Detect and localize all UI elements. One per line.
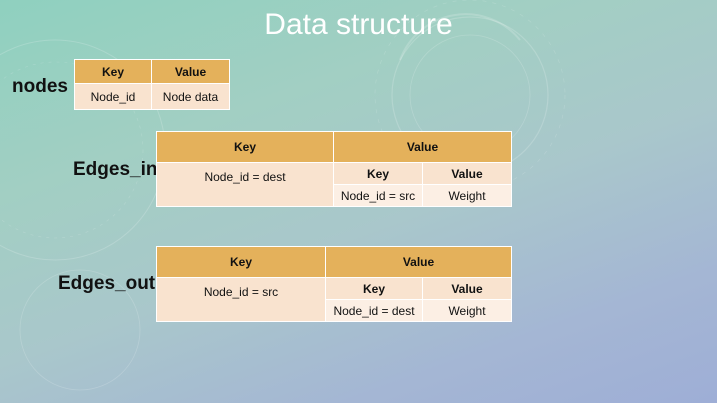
- edges-out-header-value: Value: [324, 246, 513, 278]
- slide-title: Data structure: [264, 8, 453, 41]
- edges-in-label: Edges_in: [73, 159, 158, 180]
- edges-out-header-key: Key: [156, 246, 326, 278]
- edges-in-table: Key Value Node_id = dest Key Value Node_…: [156, 131, 513, 207]
- edges-out-sub-key: Node_id = dest: [325, 299, 423, 322]
- edges-out-label: Edges_out: [58, 273, 156, 294]
- edges-out-table: Key Value Node_id = src Key Value Node_i…: [156, 246, 513, 322]
- edges-out-key-cell: Node_id = src: [156, 277, 326, 322]
- edges-in-header-value: Value: [332, 131, 513, 163]
- edges-out-sub-value: Weight: [421, 299, 513, 322]
- nodes-cell-value: Node data: [151, 83, 230, 110]
- edges-in-subheader-key: Key: [333, 162, 423, 185]
- nodes-cell-key: Node_id: [74, 83, 152, 110]
- nodes-label: nodes: [12, 76, 68, 97]
- edges-out-subheader-key: Key: [325, 277, 423, 300]
- nodes-header-value: Value: [151, 59, 230, 84]
- nodes-header-key: Key: [74, 59, 152, 84]
- edges-out-subheader-value: Value: [421, 277, 513, 300]
- edges-in-header-key: Key: [156, 131, 334, 163]
- nodes-table: Key Value Node_id Node data: [74, 59, 230, 110]
- edges-in-key-cell: Node_id = dest: [156, 162, 334, 207]
- edges-in-sub-value: Weight: [421, 184, 513, 207]
- edges-in-sub-key: Node_id = src: [333, 184, 423, 207]
- edges-in-subheader-value: Value: [421, 162, 513, 185]
